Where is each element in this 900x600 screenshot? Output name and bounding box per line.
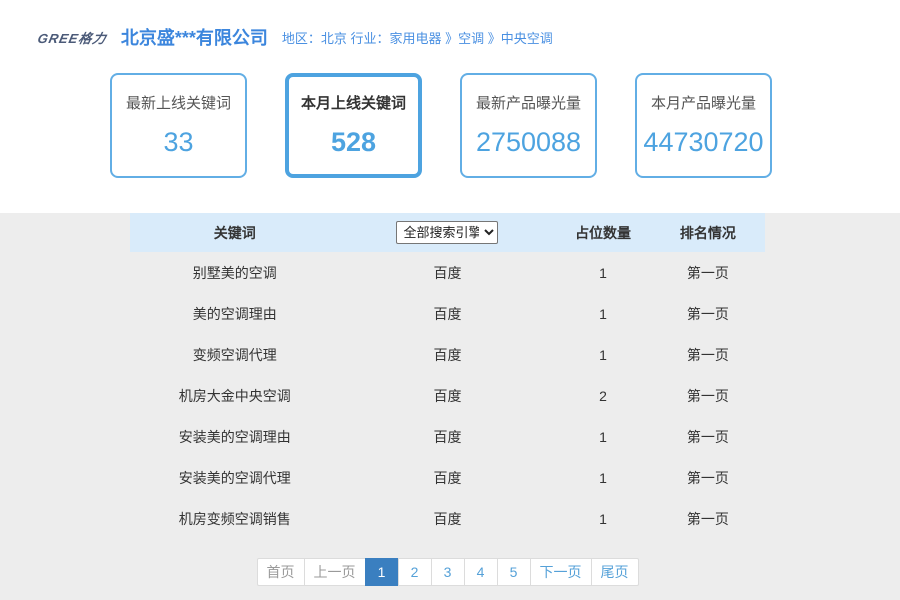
cell-count: 1 bbox=[555, 306, 650, 322]
cell-engine: 百度 bbox=[340, 345, 556, 365]
cell-count: 2 bbox=[555, 388, 650, 404]
pagination-page-2[interactable]: 2 bbox=[398, 558, 432, 586]
cell-keyword: 安装美的空调代理 bbox=[130, 468, 340, 488]
table-row: 别墅美的空调 百度 1 第一页 bbox=[130, 252, 765, 293]
cell-engine: 百度 bbox=[340, 509, 556, 529]
pagination-page-3[interactable]: 3 bbox=[431, 558, 465, 586]
cell-rank: 第一页 bbox=[651, 509, 765, 529]
pagination-page-1[interactable]: 1 bbox=[365, 558, 399, 586]
table-row: 机房变频空调销售 百度 1 第一页 bbox=[130, 498, 765, 539]
cell-count: 1 bbox=[555, 429, 650, 445]
cell-keyword: 安装美的空调理由 bbox=[130, 427, 340, 447]
card-month-keywords[interactable]: 本月上线关键词 528 bbox=[285, 73, 422, 178]
header-keyword: 关键词 bbox=[130, 223, 340, 243]
table-row: 安装美的空调代理 百度 1 第一页 bbox=[130, 457, 765, 498]
header-bar: GREE格力 北京盛***有限公司 地区：北京 行业：家用电器 》空调 》中央空… bbox=[38, 24, 553, 50]
cell-rank: 第一页 bbox=[651, 345, 765, 365]
cell-engine: 百度 bbox=[340, 263, 556, 283]
company-name: 北京盛***有限公司 bbox=[121, 24, 268, 50]
header-ranking: 排名情况 bbox=[651, 223, 765, 243]
cell-keyword: 机房大金中央空调 bbox=[130, 386, 340, 406]
header-engine-filter: 全部搜索引擎 bbox=[340, 221, 556, 244]
cell-count: 1 bbox=[555, 511, 650, 527]
pagination-prev[interactable]: 上一页 bbox=[304, 558, 366, 586]
cell-engine: 百度 bbox=[340, 468, 556, 488]
cell-keyword: 机房变频空调销售 bbox=[130, 509, 340, 529]
table-row: 美的空调理由 百度 1 第一页 bbox=[130, 293, 765, 334]
pagination-page-4[interactable]: 4 bbox=[464, 558, 498, 586]
dashboard-page: GREE格力 北京盛***有限公司 地区：北京 行业：家用电器 》空调 》中央空… bbox=[0, 0, 900, 600]
card-label: 本月上线关键词 bbox=[289, 92, 418, 113]
engine-filter-select[interactable]: 全部搜索引擎 bbox=[396, 221, 498, 244]
cell-rank: 第一页 bbox=[651, 263, 765, 283]
cell-rank: 第一页 bbox=[651, 304, 765, 324]
card-value: 2750088 bbox=[462, 127, 595, 158]
cell-rank: 第一页 bbox=[651, 386, 765, 406]
header-occupancy: 占位数量 bbox=[555, 223, 650, 243]
pagination-next[interactable]: 下一页 bbox=[530, 558, 592, 586]
pagination-page-5[interactable]: 5 bbox=[497, 558, 531, 586]
cell-count: 1 bbox=[555, 347, 650, 363]
table-row: 机房大金中央空调 百度 2 第一页 bbox=[130, 375, 765, 416]
card-value: 33 bbox=[112, 127, 245, 158]
pagination: 首页 上一页 1 2 3 4 5 下一页 尾页 bbox=[130, 558, 765, 586]
stat-cards: 最新上线关键词 33 本月上线关键词 528 最新产品曝光量 2750088 本… bbox=[110, 73, 810, 178]
top-section: GREE格力 北京盛***有限公司 地区：北京 行业：家用电器 》空调 》中央空… bbox=[0, 0, 900, 213]
card-label: 最新上线关键词 bbox=[112, 92, 245, 113]
breadcrumb: 地区：北京 行业：家用电器 》空调 》中央空调 bbox=[282, 28, 553, 47]
bottom-section: 关键词 全部搜索引擎 占位数量 排名情况 别墅美的空调 百度 1 第一页 美的空… bbox=[0, 213, 900, 600]
pagination-first[interactable]: 首页 bbox=[257, 558, 305, 586]
cell-rank: 第一页 bbox=[651, 468, 765, 488]
cell-rank: 第一页 bbox=[651, 427, 765, 447]
cell-engine: 百度 bbox=[340, 427, 556, 447]
table-header-row: 关键词 全部搜索引擎 占位数量 排名情况 bbox=[130, 213, 765, 252]
card-label: 最新产品曝光量 bbox=[462, 92, 595, 113]
cell-engine: 百度 bbox=[340, 304, 556, 324]
keyword-table: 关键词 全部搜索引擎 占位数量 排名情况 别墅美的空调 百度 1 第一页 美的空… bbox=[130, 213, 765, 539]
cell-count: 1 bbox=[555, 265, 650, 281]
cell-engine: 百度 bbox=[340, 386, 556, 406]
cell-keyword: 别墅美的空调 bbox=[130, 263, 340, 283]
card-latest-keywords[interactable]: 最新上线关键词 33 bbox=[110, 73, 247, 178]
card-value: 44730720 bbox=[637, 127, 770, 158]
table-row: 变频空调代理 百度 1 第一页 bbox=[130, 334, 765, 375]
cell-count: 1 bbox=[555, 470, 650, 486]
table-row: 安装美的空调理由 百度 1 第一页 bbox=[130, 416, 765, 457]
cell-keyword: 美的空调理由 bbox=[130, 304, 340, 324]
card-latest-exposure[interactable]: 最新产品曝光量 2750088 bbox=[460, 73, 597, 178]
gree-logo: GREE格力 bbox=[36, 28, 109, 47]
card-month-exposure[interactable]: 本月产品曝光量 44730720 bbox=[635, 73, 772, 178]
cell-keyword: 变频空调代理 bbox=[130, 345, 340, 365]
card-label: 本月产品曝光量 bbox=[637, 92, 770, 113]
pagination-last[interactable]: 尾页 bbox=[591, 558, 639, 586]
card-value: 528 bbox=[289, 127, 418, 158]
